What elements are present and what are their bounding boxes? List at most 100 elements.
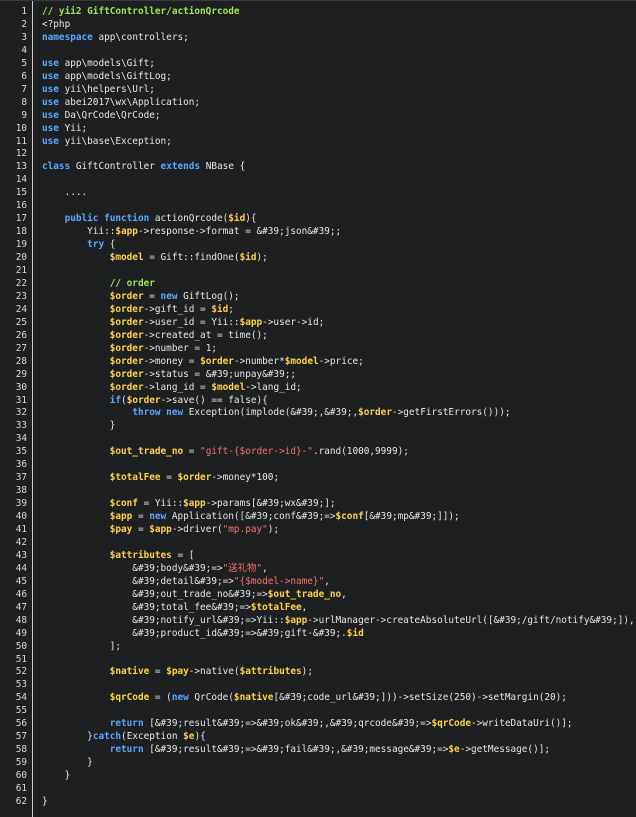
code-token: } [42, 757, 93, 769]
code-line-text: $order->user_id = Yii::$app->user->id; [42, 316, 325, 329]
code-line-text: } [42, 769, 71, 782]
line-number: 44 [15, 562, 27, 574]
code-token: $e [183, 731, 195, 743]
code-token: ->price; [318, 355, 364, 367]
line-number: 31 [15, 394, 27, 406]
code-line: $app = new Application([&#39;conf&#39;=>… [32, 510, 636, 523]
line-number: 24 [15, 303, 27, 315]
code-line-text: $order = new GiftLog(); [42, 290, 240, 303]
code-token: $app [284, 614, 308, 626]
code-token: $model [211, 381, 246, 393]
code-line: $order->user_id = Yii::$app->user->id; [32, 316, 636, 329]
code-line: &#39;detail&#39;=>"{$model->name}", [32, 575, 636, 588]
code-line: &#39;body&#39;=>"送礼物", [32, 562, 636, 575]
code-token: $order [200, 355, 234, 367]
code-token: GiftController [70, 161, 161, 173]
code-line-text: &#39;out_trade_no&#39;=>$out_trade_no, [42, 588, 347, 601]
code-line-text: use Da\QrCode\QrCode; [42, 109, 161, 122]
code-line: }catch(Exception $e){ [32, 730, 636, 743]
code-token: yii\helpers\Url; [58, 83, 155, 95]
code-line-text: &#39;body&#39;=>"送礼物", [42, 562, 268, 575]
line-number: 19 [15, 239, 27, 251]
code-token: "mp.pay" [222, 524, 268, 535]
code-line: $model = Gift::findOne($id); [32, 251, 636, 264]
code-token: $qrCode [431, 718, 471, 730]
code-token: (Exception [121, 731, 184, 743]
code-token: = Yii:: [137, 498, 184, 510]
line-number: 20 [15, 252, 27, 264]
code-line-text: &#39;product_id&#39;=>&#39;gift-&#39;.$i… [42, 627, 364, 640]
code-line: $order->status = &#39;unpay&#39;; [32, 368, 636, 381]
code-line-text: $order->number = 1; [42, 342, 217, 355]
code-line: $pay = $app->driver("mp.pay"); [32, 523, 636, 536]
line-number: 33 [15, 420, 27, 432]
code-token: , [341, 588, 347, 600]
code-token: ); [267, 524, 280, 535]
code-line: $qrCode = (new QrCode($native[&#39;code_… [32, 691, 636, 704]
code-line: &#39;total_fee&#39;=>$totalFee, [32, 601, 636, 614]
code-token: $order [109, 355, 144, 367]
code-token: ->number* [233, 355, 285, 367]
code-editor[interactable]: 1 2 3 4 5 6 7 8 9 10 11 12 13 14 15 16 17 18 19 20 21 22 23 24 2… [0, 0, 636, 817]
code-token: ->money*100; [211, 472, 280, 484]
line-number: 61 [15, 783, 27, 794]
line-number: 1 [21, 6, 27, 17]
code-token: .rand(1000,9999); [312, 446, 409, 458]
line-number: 42 [15, 536, 27, 548]
code-token: $app [149, 524, 172, 535]
code-token: &#39;detail&#39;=> [42, 575, 234, 587]
code-line: class GiftController extends NBase { [32, 160, 636, 173]
code-line: use abei2017\wx\Application; [32, 96, 636, 109]
line-number: 37 [15, 472, 27, 484]
code-token: &#39;product_id&#39;=>&#39;gift-&#39;. [42, 627, 347, 639]
line-number: 18 [15, 226, 27, 238]
line-number: 3 [21, 31, 27, 43]
code-token: $app [183, 498, 206, 510]
code-token: new [171, 692, 189, 704]
code-line-text: $native = $pay->native($attributes); [42, 665, 313, 678]
line-number: 6 [21, 70, 27, 82]
line-number: 35 [15, 446, 27, 458]
code-token: ); [256, 252, 268, 264]
code-token: namespace [42, 31, 93, 43]
code-token: $order [109, 316, 144, 328]
code-token: Application([&#39;conf&#39;=> [166, 511, 336, 523]
code-token: ->writeDataUri()]; [470, 718, 573, 730]
code-area[interactable]: // yii2 GiftController/actionQrcode <?php… [32, 1, 636, 817]
code-line-text: $order->lang_id = $model->lang_id; [42, 381, 302, 394]
code-line: $order->money = $order->number*$model->p… [32, 355, 636, 368]
code-token: ->driver( [171, 524, 223, 535]
code-token: use [42, 83, 59, 95]
code-token: ){ [245, 213, 257, 225]
code-token: $totalFee [109, 472, 161, 484]
line-number: 22 [15, 277, 27, 289]
code-token: $id [211, 303, 229, 315]
code-token: $id [346, 627, 364, 639]
code-line: // order [32, 277, 636, 290]
code-token: , [262, 562, 268, 574]
code-token: $app [115, 226, 138, 238]
code-line-text: $attributes = [ [42, 549, 195, 562]
code-token: try [87, 239, 105, 251]
code-token: [&#39;result&#39;=>&#39;ok&#39;,&#39;qrc… [143, 718, 432, 730]
code-token: ->gift_id = [143, 303, 212, 315]
code-line-text: class GiftController extends NBase { [42, 160, 245, 173]
code-line-text: $app = new Application([&#39;conf&#39;=>… [42, 510, 460, 523]
code-token: $order [109, 329, 144, 341]
code-line-text: $order->gift_id = $id; [42, 303, 234, 316]
code-line-text: &#39;total_fee&#39;=>$totalFee, [42, 601, 307, 614]
code-token: = ( [149, 692, 172, 704]
line-number: 25 [15, 316, 27, 328]
code-token: &#39;body&#39;=> [42, 562, 223, 574]
code-line: ]; [32, 640, 636, 653]
